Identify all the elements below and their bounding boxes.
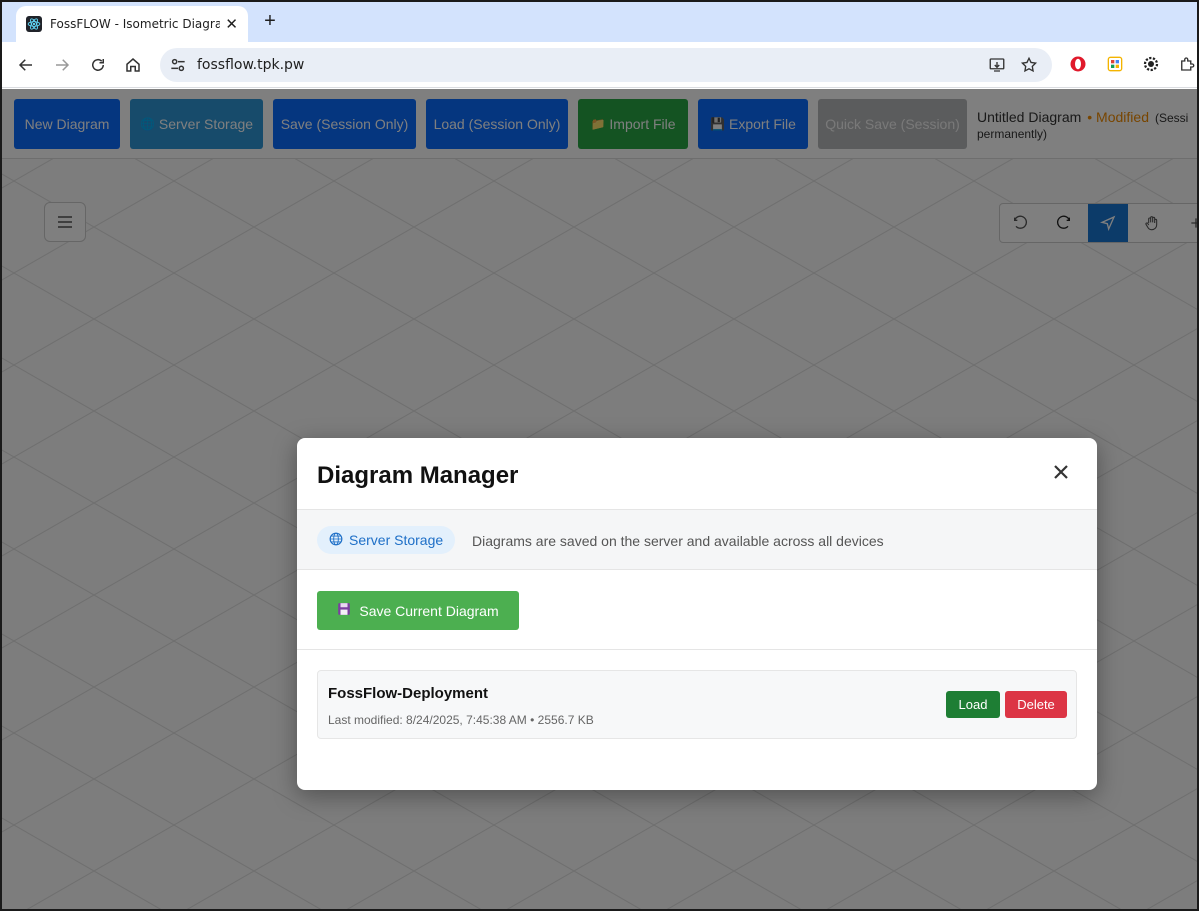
close-icon[interactable] <box>1051 462 1071 482</box>
diagram-name: FossFlow-Deployment <box>328 685 489 702</box>
bookmark-star-icon[interactable] <box>1020 56 1038 74</box>
extensions-puzzle-icon[interactable] <box>1177 54 1197 74</box>
storage-badge: Server Storage <box>317 526 456 554</box>
back-icon[interactable] <box>15 54 37 76</box>
forward-icon[interactable] <box>51 54 73 76</box>
diagram-manager-dialog: Diagram Manager Server Storage Diagrams … <box>297 438 1097 790</box>
delete-button[interactable]: Delete <box>1005 691 1067 718</box>
dialog-header: Diagram Manager <box>297 438 1097 510</box>
site-settings-icon[interactable] <box>168 55 188 75</box>
save-section: Save Current Diagram <box>297 570 1097 650</box>
globe-icon <box>329 532 343 549</box>
browser-toolbar: fossflow.tpk.pw <box>2 42 1197 88</box>
dialog-title: Diagram Manager <box>317 462 519 489</box>
browser-tab[interactable]: FossFLOW - Isometric Diagramming ✕ <box>16 6 248 42</box>
list-item: FossFlow-Deployment Last modified: 8/24/… <box>317 670 1077 739</box>
diagram-meta: Last modified: 8/24/2025, 7:45:38 AM • 2… <box>328 713 594 727</box>
storage-description: Diagrams are saved on the server and ava… <box>472 533 884 549</box>
address-bar[interactable]: fossflow.tpk.pw <box>160 48 1052 82</box>
install-app-icon[interactable] <box>988 56 1006 74</box>
storage-info-bar: Server Storage Diagrams are saved on the… <box>297 510 1097 570</box>
react-icon <box>26 16 42 32</box>
new-tab-button[interactable]: + <box>258 10 282 33</box>
save-current-diagram-button[interactable]: Save Current Diagram <box>317 591 519 630</box>
gear-extension-icon[interactable] <box>1141 54 1161 74</box>
floppy-disk-icon <box>337 602 351 619</box>
tab-strip: FossFLOW - Isometric Diagramming ✕ + <box>2 2 1197 42</box>
app-area: New Diagram 🌐Server Storage Save (Sessio… <box>2 89 1197 909</box>
opera-extension-icon[interactable] <box>1068 54 1088 74</box>
storage-label: Server Storage <box>349 532 444 548</box>
reload-icon[interactable] <box>87 54 109 76</box>
url-text: fossflow.tpk.pw <box>197 57 305 73</box>
browser-window: FossFLOW - Isometric Diagramming ✕ + fos… <box>0 0 1199 911</box>
home-icon[interactable] <box>122 54 144 76</box>
tab-close-icon[interactable]: ✕ <box>225 15 238 33</box>
tab-title: FossFLOW - Isometric Diagramming <box>50 17 220 31</box>
color-extension-icon[interactable] <box>1105 54 1125 74</box>
load-button[interactable]: Load <box>946 691 1000 718</box>
